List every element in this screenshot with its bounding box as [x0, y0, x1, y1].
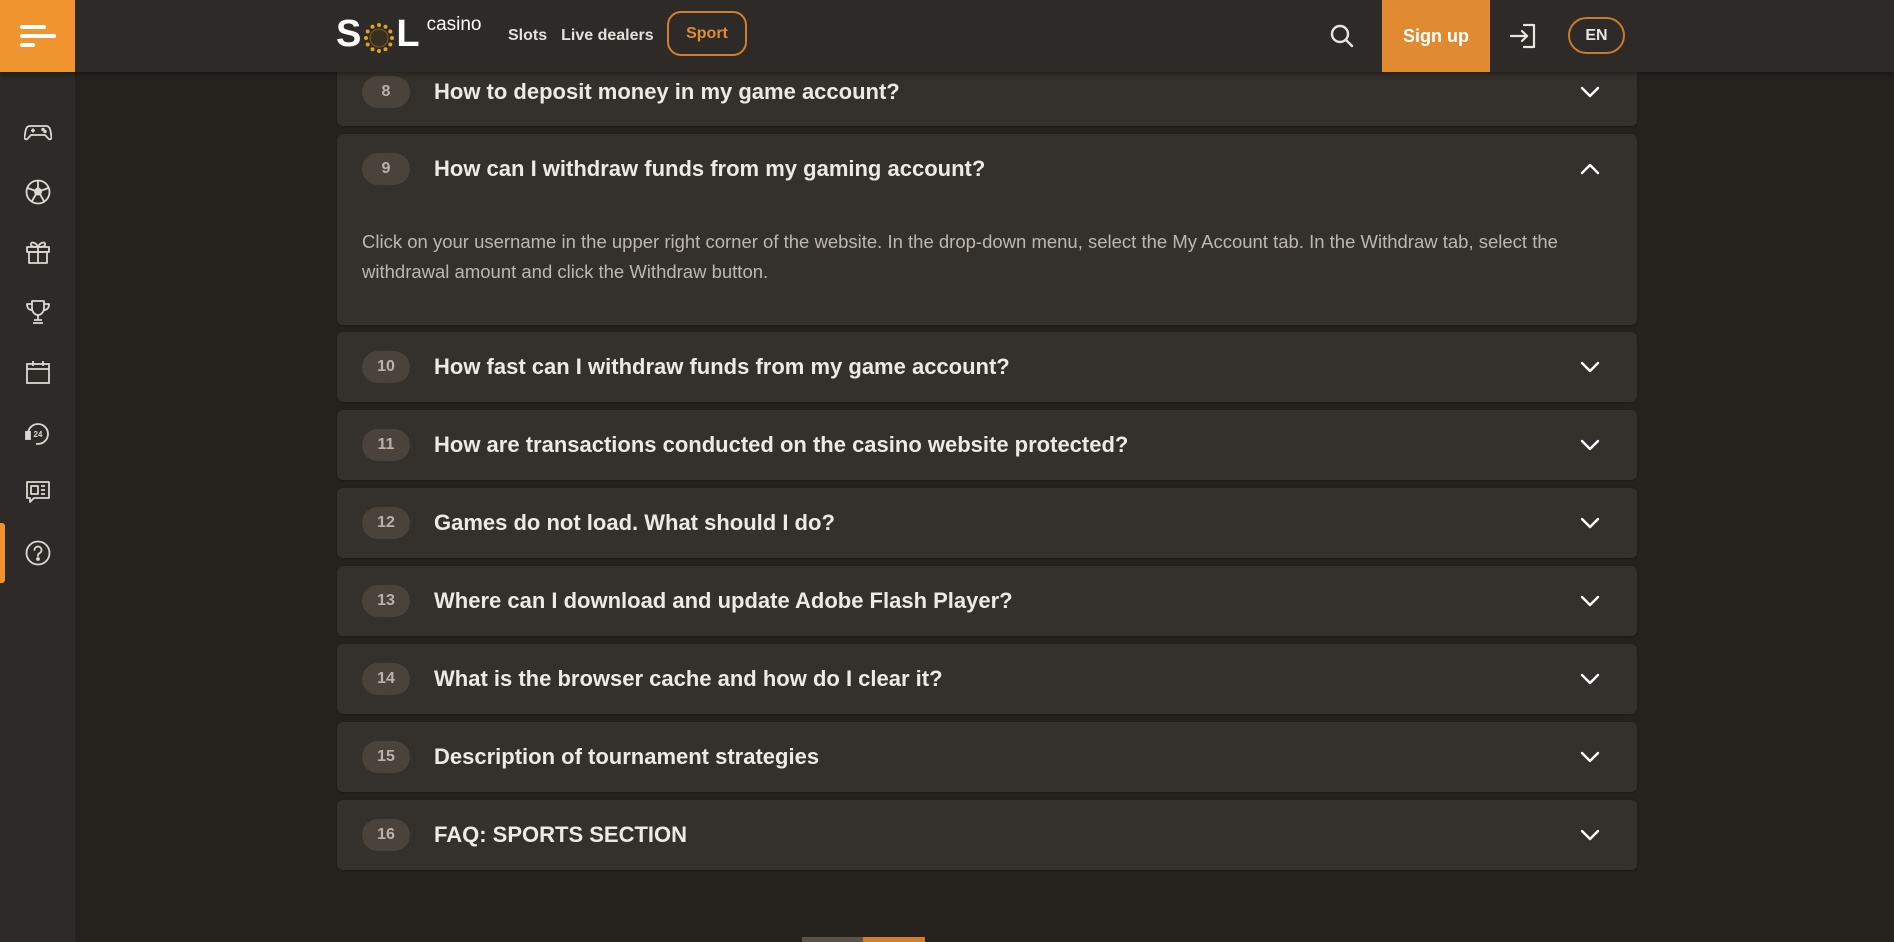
sidebar-item-calendar[interactable] [0, 342, 75, 402]
login-icon [1509, 23, 1536, 49]
sun-logo-icon [364, 19, 395, 53]
faq-answer: Click on your username in the upper righ… [362, 231, 1558, 282]
login-button[interactable] [1508, 20, 1540, 52]
faq-question: What is the browser cache and how do I c… [434, 666, 943, 691]
sidebar-item-promotions[interactable] [0, 222, 75, 282]
sidebar: 24 [0, 72, 75, 942]
faq-number-badge: 9 [362, 153, 410, 185]
faq-item-11[interactable]: 11 How are transactions conducted on the… [337, 410, 1637, 480]
faq-item-14[interactable]: 14 What is the browser cache and how do … [337, 644, 1637, 714]
chevron-up-icon[interactable] [1579, 160, 1601, 178]
chevron-down-icon[interactable] [1579, 436, 1601, 454]
sidebar-item-tournaments[interactable] [0, 282, 75, 342]
main-nav: Slots Live dealers [508, 0, 654, 72]
faq-number-badge: 12 [362, 507, 410, 539]
gift-icon [25, 241, 50, 264]
nav-slots[interactable]: Slots [508, 27, 547, 45]
chevron-down-icon[interactable] [1579, 826, 1601, 844]
faq-item-12[interactable]: 12 Games do not load. What should I do? [337, 488, 1637, 558]
chevron-down-icon[interactable] [1579, 358, 1601, 376]
soccer-ball-icon [25, 179, 50, 205]
faq-question: How fast can I withdraw funds from my ga… [434, 354, 1010, 379]
faq-item-16[interactable]: 16 FAQ: SPORTS SECTION [337, 800, 1637, 870]
logo-text: S L [336, 13, 421, 55]
support-24-icon: 24 [24, 423, 49, 445]
nav-live-dealers[interactable]: Live dealers [561, 27, 654, 45]
faq-item-15[interactable]: 15 Description of tournament strategies [337, 722, 1637, 792]
faq-number-badge: 15 [362, 741, 410, 773]
faq-number-badge: 10 [362, 351, 410, 383]
faq-question: Games do not load. What should I do? [434, 510, 835, 535]
menu-button[interactable] [0, 0, 75, 72]
faq-question: How are transactions conducted on the ca… [434, 432, 1129, 457]
chevron-down-icon[interactable] [1579, 83, 1601, 101]
chevron-down-icon[interactable] [1579, 748, 1601, 766]
bottom-tab-inactive[interactable] [802, 937, 863, 942]
faq-item-10[interactable]: 10 How fast can I withdraw funds from my… [337, 332, 1637, 402]
sidebar-item-faq[interactable] [0, 523, 75, 583]
sidebar-item-sport[interactable] [0, 162, 75, 222]
sidebar-item-news[interactable] [0, 462, 75, 522]
gamepad-icon [23, 125, 52, 141]
svg-text:24: 24 [33, 430, 42, 439]
language-selector[interactable]: EN [1568, 17, 1625, 54]
faq-question: FAQ: SPORTS SECTION [434, 822, 688, 847]
faq-number-badge: 8 [362, 76, 410, 108]
chevron-down-icon[interactable] [1579, 592, 1601, 610]
search-button[interactable] [1326, 20, 1358, 52]
logo-subtitle: casino [426, 14, 482, 35]
signup-button[interactable]: Sign up [1382, 0, 1490, 72]
hamburger-icon [19, 25, 56, 47]
chevron-down-icon[interactable] [1579, 514, 1601, 532]
sidebar-item-games[interactable] [0, 102, 75, 162]
logo[interactable]: S L casino [336, 12, 482, 56]
faq-number-badge: 16 [362, 819, 410, 851]
trophy-icon [25, 300, 50, 324]
sport-button[interactable]: Sport [667, 11, 747, 56]
faq-question: Where can I download and update Adobe Fl… [434, 588, 1013, 613]
faq-number-badge: 13 [362, 585, 410, 617]
faq-question: Description of tournament strategies [434, 744, 820, 769]
bottom-tab-active[interactable] [863, 937, 925, 942]
faq-question: How can I withdraw funds from my gaming … [434, 156, 986, 181]
faq-number-badge: 14 [362, 663, 410, 695]
search-icon [1330, 24, 1354, 48]
news-chat-icon [25, 481, 50, 503]
top-header: S L casino Slots Live dealers Sport Sign… [0, 0, 1894, 72]
chevron-down-icon[interactable] [1579, 670, 1601, 688]
calendar-icon [25, 361, 50, 384]
faq-number-badge: 11 [362, 429, 410, 461]
faq-item-9[interactable]: 9 How can I withdraw funds from my gamin… [337, 134, 1637, 325]
faq-item-13[interactable]: 13 Where can I download and update Adobe… [337, 566, 1637, 636]
sidebar-item-support[interactable]: 24 [0, 402, 75, 462]
help-icon [25, 540, 50, 566]
